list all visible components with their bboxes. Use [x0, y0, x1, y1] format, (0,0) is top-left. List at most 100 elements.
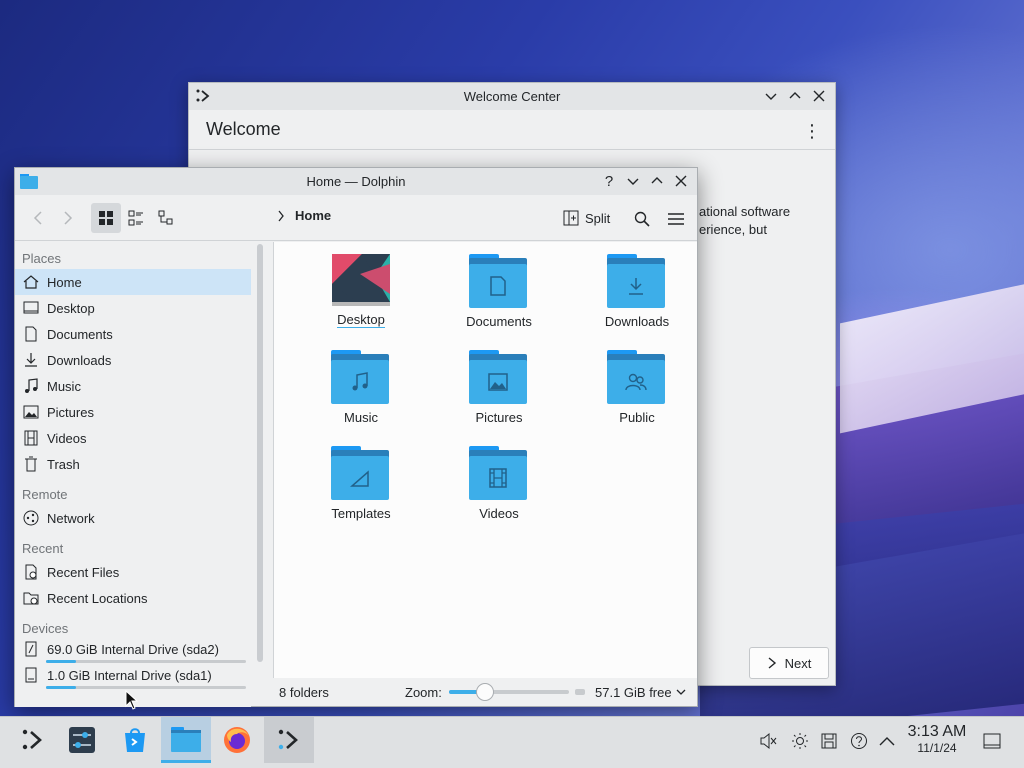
places-item-label: Recent Locations — [47, 590, 148, 606]
file-item-public[interactable]: Public — [568, 350, 706, 446]
recent-folder-icon — [23, 590, 39, 606]
places-item-label: Recent Files — [47, 564, 120, 580]
next-label: Next — [784, 655, 812, 671]
close-icon — [813, 90, 825, 102]
grid-view-icon — [99, 210, 113, 225]
digital-clock[interactable]: 3:13 AM 11/1/24 — [900, 723, 974, 755]
places-item-label: Pictures — [47, 404, 94, 420]
file-item-desktop[interactable]: Desktop — [292, 254, 430, 350]
zoom-slider[interactable] — [449, 683, 569, 701]
places-item-downloads[interactable]: Downloads — [15, 347, 251, 373]
places-panel: Places Home Desktop Documents Downloads … — [15, 241, 251, 707]
show-desktop-icon[interactable] — [982, 731, 1002, 751]
taskbar-welcome-center[interactable] — [264, 717, 314, 763]
back-button[interactable] — [23, 203, 53, 233]
help-circle-icon[interactable] — [849, 731, 869, 751]
videos-folder-icon — [469, 446, 529, 500]
places-item-music[interactable]: Music — [15, 373, 251, 399]
help-button[interactable]: ? — [599, 171, 619, 191]
disk-icon[interactable] — [819, 731, 839, 751]
places-item-network[interactable]: Network — [15, 505, 251, 531]
drive-usage-fill — [46, 660, 76, 663]
places-item-pictures[interactable]: Pictures — [15, 399, 251, 425]
close-button[interactable] — [809, 86, 829, 106]
brightness-icon[interactable] — [790, 731, 810, 751]
close-icon — [675, 175, 687, 187]
places-item-recent-files[interactable]: Recent Files — [15, 559, 251, 585]
maximize-button[interactable] — [785, 86, 805, 106]
maximize-button[interactable] — [647, 171, 667, 191]
places-item-label: 1.0 GiB Internal Drive (sda1) — [47, 667, 212, 683]
minimize-button[interactable] — [761, 86, 781, 106]
places-item-recent-locations[interactable]: Recent Locations — [15, 585, 251, 611]
taskbar-system-settings[interactable] — [57, 717, 107, 763]
file-item-pictures[interactable]: Pictures — [430, 350, 568, 446]
downloads-folder-icon — [607, 254, 667, 308]
chevron-up-icon — [789, 92, 801, 99]
file-item-label: Public — [619, 410, 655, 425]
dolphin-window: Home — Dolphin ? Home Split Places Home … — [14, 167, 698, 707]
file-item-documents[interactable]: Documents — [430, 254, 568, 350]
close-button[interactable] — [671, 171, 691, 191]
places-scrollbar[interactable] — [257, 244, 263, 662]
places-item-documents[interactable]: Documents — [15, 321, 251, 347]
taskbar: 3:13 AM 11/1/24 — [0, 716, 1024, 768]
help-icon: ? — [604, 172, 614, 190]
details-view-button[interactable] — [151, 203, 181, 233]
places-section-header: Devices — [22, 621, 69, 636]
free-space-label: 57.1 GiB free — [595, 684, 672, 700]
chevron-down-icon — [765, 93, 777, 100]
window-titlebar[interactable]: Welcome Center — [189, 83, 835, 110]
free-space-button[interactable]: 57.1 GiB free — [595, 685, 686, 700]
kebab-menu-icon[interactable]: ⋮ — [803, 121, 821, 142]
drive-usage-fill — [46, 686, 76, 689]
chevron-up-icon[interactable] — [877, 731, 897, 751]
compact-view-button[interactable] — [121, 203, 151, 233]
application-launcher-button[interactable] — [8, 717, 58, 763]
zoom-slider-handle[interactable] — [476, 683, 494, 701]
places-item-drive-sda2[interactable]: 69.0 GiB Internal Drive (sda2) — [15, 639, 251, 665]
search-button[interactable] — [627, 204, 657, 234]
window-titlebar[interactable]: Home — Dolphin ? — [15, 168, 697, 195]
taskbar-discover[interactable] — [110, 717, 160, 763]
icons-view-button[interactable] — [91, 202, 121, 233]
minimize-button[interactable] — [623, 171, 643, 191]
places-item-label: Downloads — [47, 352, 112, 368]
places-item-home[interactable]: Home — [15, 269, 251, 295]
clock-date: 11/1/24 — [917, 741, 957, 755]
split-button[interactable]: Split — [563, 204, 610, 232]
file-item-label: Downloads — [604, 314, 670, 329]
hamburger-menu-button[interactable] — [661, 204, 691, 234]
taskbar-dolphin[interactable] — [161, 717, 211, 763]
places-item-label: Trash — [47, 456, 80, 472]
places-item-drive-sda1[interactable]: 1.0 GiB Internal Drive (sda1) — [15, 665, 251, 691]
forward-button[interactable] — [53, 203, 83, 233]
places-item-desktop[interactable]: Desktop — [15, 295, 251, 321]
volume-muted-icon[interactable] — [758, 731, 778, 751]
page-header: Welcome — [189, 110, 835, 150]
breadcrumb-item[interactable]: Home — [295, 208, 331, 223]
chevron-down-icon — [676, 689, 686, 695]
body-line: ational software — [699, 204, 791, 219]
places-item-videos[interactable]: Videos — [15, 425, 251, 451]
music-note-icon — [23, 378, 39, 394]
zoom-slider-end — [575, 689, 585, 695]
places-item-label: Desktop — [47, 300, 95, 316]
breadcrumb[interactable]: Home — [277, 208, 331, 223]
welcome-body-text: ational software erience, but — [699, 203, 829, 239]
pictures-folder-icon — [469, 350, 529, 404]
hamburger-icon — [668, 213, 684, 225]
next-button[interactable]: Next — [749, 647, 829, 679]
forward-arrow-icon — [64, 210, 73, 225]
file-item-downloads[interactable]: Downloads — [568, 254, 706, 350]
toolbar: Home Split — [15, 195, 697, 241]
system-settings-icon — [69, 727, 95, 753]
places-item-trash[interactable]: Trash — [15, 451, 251, 477]
taskbar-firefox[interactable] — [212, 717, 262, 763]
file-item-videos[interactable]: Videos — [430, 446, 568, 542]
dolphin-app-icon — [171, 726, 201, 752]
body-line: erience, but — [699, 222, 767, 237]
drive-usage-bar — [46, 686, 246, 689]
file-item-templates[interactable]: Templates — [292, 446, 430, 542]
file-item-music[interactable]: Music — [292, 350, 430, 446]
